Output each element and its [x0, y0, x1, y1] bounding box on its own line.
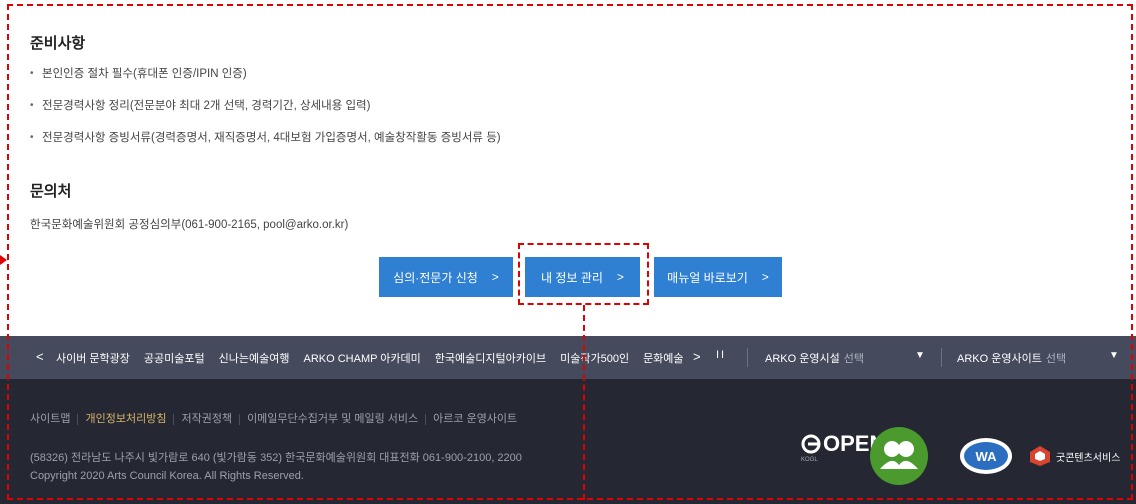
chevron-right-icon: >: [616, 270, 624, 284]
preparation-title: 준비사항: [30, 35, 86, 52]
facilities-suffix: 선택: [843, 353, 864, 365]
wa-text: WA: [976, 449, 998, 464]
contact-title: 문의처: [30, 183, 72, 200]
footer-link-sitemap[interactable]: 사이트맵: [30, 414, 77, 425]
divider: [747, 348, 748, 367]
eprivacy-icon: [870, 427, 928, 485]
footer-link-email-refusal[interactable]: 이메일무단수집거부 및 메일링 서비스: [239, 414, 425, 425]
related-link[interactable]: 신나는예술여행: [219, 350, 290, 366]
related-link[interactable]: 문화예술: [643, 350, 683, 366]
related-link[interactable]: 사이버 문학광장: [56, 350, 130, 366]
footer-address: (58326) 전라남도 나주시 빛가람로 640 (빛가람동 352) 한국문…: [30, 449, 522, 485]
good-content-logo: 굿콘텐츠서비스: [1028, 431, 1120, 481]
eprivacy-logo: [868, 427, 930, 485]
facilities-select[interactable]: ARKO 운영시설 선택 ▼: [765, 350, 927, 366]
button-label: 매뉴얼 바로보기: [667, 270, 748, 285]
footer-link-privacy[interactable]: 개인정보처리방침: [77, 414, 173, 425]
my-info-button[interactable]: 내 정보 관리 >: [525, 257, 640, 297]
address-text: (58326) 전라남도 나주시 빛가람로 640 (빛가람동 352) 한국문…: [30, 452, 522, 464]
annotation-arrow-icon: [0, 255, 7, 265]
list-item: 전문경력사항 증빙서류(경력증명서, 재직증명서, 4대보험 가입증명서, 예술…: [30, 130, 501, 162]
preparation-list: 본인인증 절차 필수(휴대폰 인증/IPIN 인증) 전문경력사항 정리(전문분…: [30, 66, 501, 162]
button-label: 내 정보 관리: [541, 270, 603, 285]
related-sites-bar: < 사이버 문학광장 공공미술포털 신나는예술여행 ARKO CHAMP 아카데…: [0, 336, 1136, 379]
good-content-icon: [1030, 446, 1050, 466]
copyright-text: Copyright 2020 Arts Council Korea. All R…: [30, 470, 304, 482]
next-icon[interactable]: >: [693, 349, 701, 364]
related-links: 사이버 문학광장 공공미술포털 신나는예술여행 ARKO CHAMP 아카데미 …: [56, 350, 690, 366]
pause-icon[interactable]: II: [716, 349, 726, 361]
sites-select[interactable]: ARKO 운영사이트 선택 ▼: [957, 350, 1122, 366]
footer-link-arko-sites[interactable]: 아르코 운영사이트: [425, 414, 524, 425]
footer-links: 사이트맵 개인정보처리방침 저작권정책 이메일무단수집거부 및 메일링 서비스 …: [30, 414, 524, 425]
sites-label: ARKO 운영사이트: [957, 353, 1042, 365]
related-link[interactable]: 공공미술포털: [144, 350, 205, 366]
chevron-down-icon: ▼: [915, 350, 925, 361]
footer-link-copyright[interactable]: 저작권정책: [173, 414, 239, 425]
good-content-text: 굿콘텐츠서비스: [1056, 452, 1121, 464]
contact-text: 한국문화예술위원회 공정심의부(061-900-2165, pool@arko.…: [30, 219, 349, 231]
web-accessibility-icon: WA: [960, 438, 1012, 474]
chevron-right-icon: >: [491, 270, 499, 284]
related-link[interactable]: 미술작가500인: [560, 350, 629, 366]
facilities-label: ARKO 운영시설: [765, 353, 840, 365]
chevron-right-icon: >: [761, 270, 769, 284]
annotation-line: [583, 305, 585, 500]
related-link[interactable]: 한국예술디지털아카이브: [435, 350, 546, 366]
list-item: 본인인증 절차 필수(휴대폰 인증/IPIN 인증): [30, 66, 501, 98]
apply-expert-button[interactable]: 심의·전문가 신청 >: [379, 257, 513, 297]
chevron-down-icon: ▼: [1109, 350, 1119, 361]
wa-logo: WA: [958, 431, 1014, 481]
sites-suffix: 선택: [1045, 353, 1067, 365]
divider: [941, 348, 942, 367]
button-label: 심의·전문가 신청: [393, 270, 478, 285]
footer: 사이트맵 개인정보처리방침 저작권정책 이메일무단수집거부 및 메일링 서비스 …: [0, 379, 1136, 504]
prev-icon[interactable]: <: [36, 349, 44, 364]
open-sub: KOGL: [801, 457, 818, 463]
list-item: 전문경력사항 정리(전문분야 최대 2개 선택, 경력기간, 상세내용 입력): [30, 98, 501, 130]
open-circle-icon: [801, 434, 821, 454]
page: 준비사항 본인인증 절차 필수(휴대폰 인증/IPIN 인증) 전문경력사항 정…: [0, 0, 1136, 504]
manual-button[interactable]: 매뉴얼 바로보기 >: [654, 257, 782, 297]
related-link[interactable]: ARKO CHAMP 아카데미: [303, 350, 420, 366]
